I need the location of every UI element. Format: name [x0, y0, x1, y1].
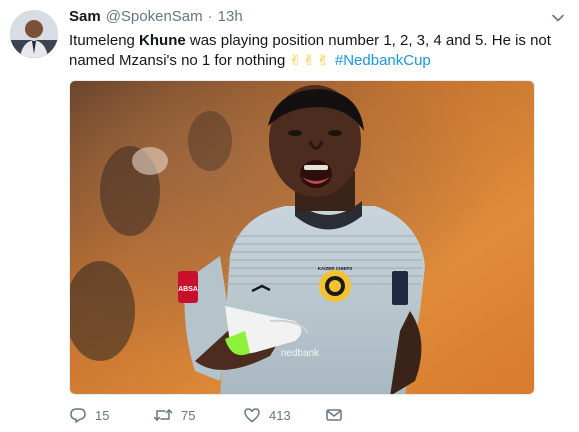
- hashtag-link[interactable]: #NedbankCup: [335, 52, 431, 69]
- goalkeeper-photo: ABSA KAIZER CHIEFS nedbank: [70, 81, 534, 394]
- reply-count: 15: [95, 407, 110, 423]
- retweet-icon: [153, 409, 173, 421]
- retweet-button[interactable]: 75: [153, 406, 241, 424]
- reply-button[interactable]: 15: [69, 406, 139, 424]
- author-handle[interactable]: @SpokenSam: [106, 8, 203, 25]
- club-crest-text: KAIZER CHIEFS: [318, 266, 353, 271]
- tweet-actions: 15 75 413: [69, 405, 343, 425]
- tweet-time[interactable]: 13h: [218, 8, 243, 25]
- chevron-down-icon[interactable]: [551, 11, 565, 25]
- retweet-count: 75: [181, 407, 196, 423]
- avatar[interactable]: [10, 10, 58, 58]
- sleeve-sponsor-text: ABSA: [178, 286, 198, 293]
- author-name[interactable]: Sam: [69, 8, 101, 25]
- like-count: 413: [269, 407, 291, 423]
- victory-hand-emoji: ✌✌✌: [289, 53, 331, 69]
- like-icon: [244, 408, 260, 423]
- reply-icon: [70, 408, 86, 423]
- tweet-photo[interactable]: ABSA KAIZER CHIEFS nedbank: [69, 80, 535, 395]
- shirt-sponsor-text: nedbank: [281, 348, 320, 359]
- tweet-text: Itumeleng Khune was playing position num…: [69, 31, 569, 71]
- direct-message-icon: [326, 409, 342, 421]
- like-button[interactable]: 413: [243, 406, 321, 424]
- tweet-card: Sam @SpokenSam · 13h Itumeleng Khune was…: [0, 0, 579, 432]
- tweet-text-pre: Itumeleng: [69, 32, 140, 49]
- tweet-header: Sam @SpokenSam · 13h: [69, 8, 243, 28]
- direct-message-button[interactable]: [325, 407, 343, 423]
- tweet-text-bold: Khune: [139, 32, 186, 49]
- avatar-image: [10, 10, 58, 58]
- separator-dot: ·: [207, 8, 213, 25]
